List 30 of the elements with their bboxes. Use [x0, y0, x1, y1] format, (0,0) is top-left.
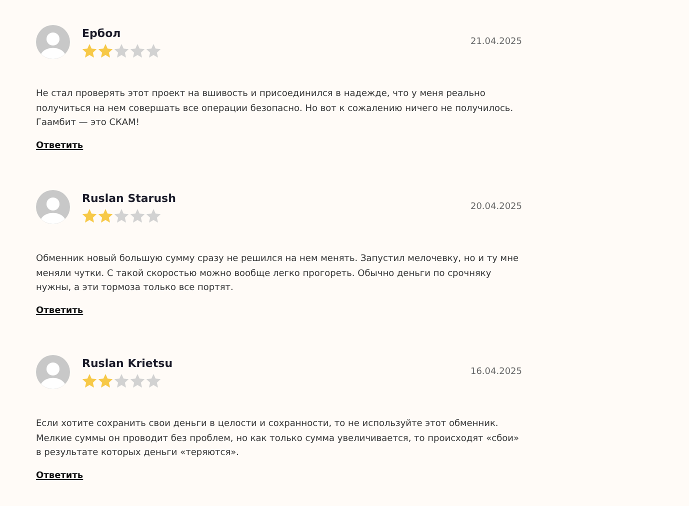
star-icon	[98, 209, 113, 223]
review-date: 20.04.2025	[470, 202, 522, 212]
review-date: 16.04.2025	[470, 367, 522, 377]
reviewer-name: Ербол	[82, 27, 122, 40]
star-icon	[82, 374, 97, 388]
review-text: Не стал проверять этот проект на вшивость и присоединился в надежде, что у меня реально получиться на нем совершать все операции безопасно. Но вот к сожалению ничего не получилось. Гаамбит — это СКАМ!	[36, 88, 514, 130]
star-icon	[82, 209, 97, 223]
star-icon	[114, 44, 129, 58]
reply-link[interactable]: Ответить	[36, 470, 84, 480]
review-text: Обменник новый большую сумму сразу не решился на нем менять. Запустил мелочевку, но и ту мне меняли чутки. С такой скоростью можно вообще легко прогореть. Обычно деньги по срочняку нужны, а эти тормоза только все портят.	[36, 253, 520, 295]
star-icon	[82, 44, 97, 58]
star-icon	[130, 44, 145, 58]
review-date: 21.04.2025	[470, 37, 522, 47]
star-icon	[130, 209, 145, 223]
star-icon	[98, 374, 113, 388]
star-icon	[130, 374, 145, 388]
star-icon	[114, 209, 129, 223]
reply-link[interactable]: Ответить	[36, 306, 84, 316]
avatar-icon	[36, 355, 70, 389]
star-icon	[146, 374, 161, 388]
star-icon	[114, 374, 129, 388]
reply-link[interactable]: Ответить	[36, 140, 84, 150]
star-icon	[146, 209, 161, 223]
star-icon	[98, 44, 113, 58]
star-icon	[146, 44, 161, 58]
avatar-icon	[36, 25, 70, 59]
review-text: Если хотите сохранить свои деньги в целости и сохранности, то не используйте этот обменник. Мелкие суммы он проводит без проблем, но как только сумма увеличивается, то происходят «сбои» в результате которых деньги «теряются».	[36, 418, 520, 460]
reviewer-name: Ruslan Starush	[82, 192, 177, 205]
reviewer-name: Ruslan Krietsu	[82, 357, 174, 370]
avatar-icon	[36, 190, 70, 224]
